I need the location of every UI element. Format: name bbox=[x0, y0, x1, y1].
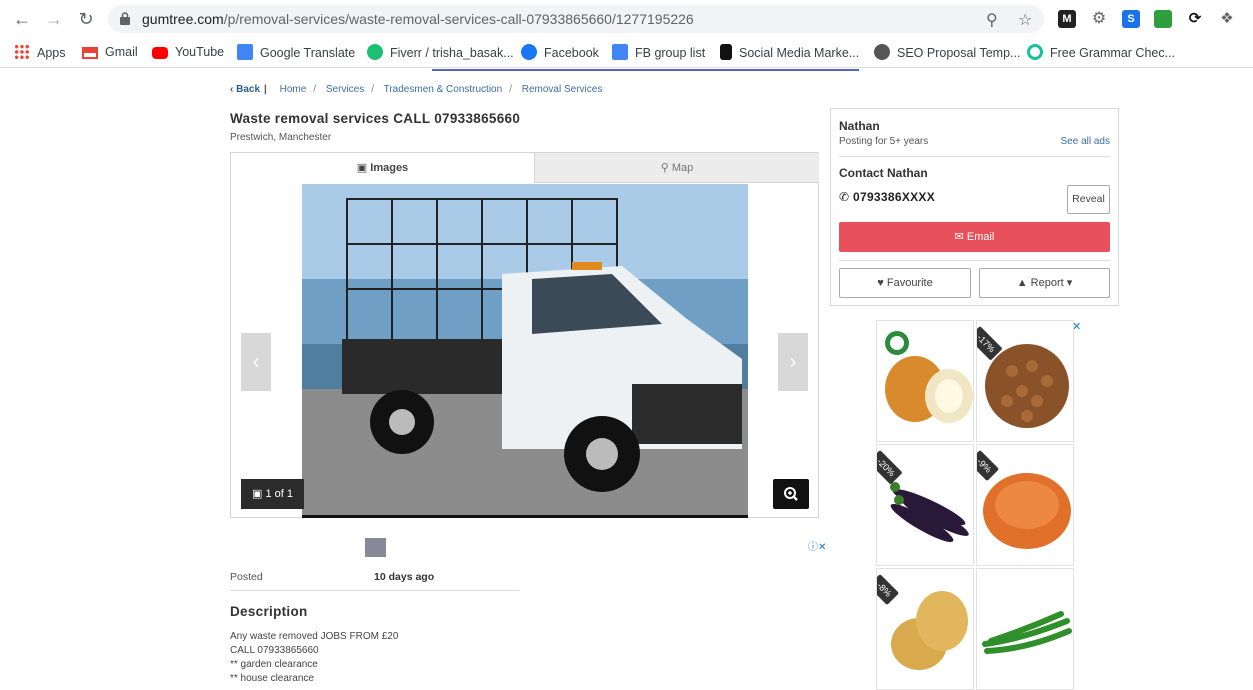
youtube-icon bbox=[152, 47, 168, 59]
phone-icon: ✆ bbox=[839, 190, 850, 204]
ad-chickpeas[interactable]: -17% bbox=[976, 320, 1074, 442]
envelope-icon: ✉ bbox=[954, 231, 964, 243]
posted-label: Posted bbox=[230, 571, 263, 583]
posted-value: 10 days ago bbox=[374, 571, 435, 583]
next-image-button[interactable]: › bbox=[778, 333, 808, 391]
listing-title: Waste removal services CALL 07933865660 bbox=[230, 111, 521, 126]
report-button[interactable]: ▲ Report ▾ bbox=[979, 268, 1110, 298]
translate-icon bbox=[612, 44, 628, 60]
bookmark-fb-group-list[interactable]: FB group list bbox=[612, 44, 705, 62]
truck-photo-illustration bbox=[302, 184, 748, 515]
breadcrumb-home[interactable]: Home bbox=[280, 84, 307, 95]
zoom-icon[interactable]: ⚲ bbox=[986, 10, 998, 30]
heart-icon: ♥ bbox=[877, 277, 884, 289]
lock-icon bbox=[120, 12, 130, 25]
camera-icon: ▣ bbox=[356, 162, 368, 174]
description-heading: Description bbox=[230, 604, 308, 619]
email-button[interactable]: ✉ Email bbox=[839, 222, 1110, 252]
image-gallery: ▣ Images ⚲ Map ‹ › ▣ 1 of 1 bbox=[230, 152, 819, 518]
ad-chillies[interactable] bbox=[976, 568, 1074, 690]
bookmark-google-translate[interactable]: Google Translate bbox=[237, 44, 355, 62]
zoom-button[interactable] bbox=[773, 479, 809, 509]
description-text: Any waste removed JOBS FROM £20 CALL 079… bbox=[230, 631, 399, 684]
breadcrumb-removal[interactable]: Removal Services bbox=[522, 84, 603, 95]
onion-image bbox=[885, 331, 973, 423]
divider bbox=[839, 156, 1110, 157]
fiverr-icon bbox=[367, 44, 383, 60]
bookmark-youtube[interactable]: YouTube bbox=[152, 44, 224, 62]
divider bbox=[839, 260, 1110, 261]
puzzle-icon[interactable]: ❖ bbox=[1218, 10, 1236, 28]
ad-lentils[interactable]: -9% bbox=[976, 444, 1074, 566]
bookmark-grammar[interactable]: Free Grammar Chec... bbox=[1027, 44, 1175, 62]
seller-name[interactable]: Nathan bbox=[839, 119, 880, 133]
ad-choices-icon[interactable]: ⓘ✕ bbox=[808, 538, 826, 553]
prev-image-button[interactable]: ‹ bbox=[241, 333, 271, 391]
chillies-image bbox=[982, 611, 1072, 654]
breadcrumb: ‹ Back | Home / Services / Tradesmen & Cons… bbox=[230, 84, 603, 95]
bookmarks-bar: Apps Gmail YouTube Google Translate Five… bbox=[0, 38, 1253, 68]
bookmark-fiverr[interactable]: Fiverr / trisha_basak... bbox=[367, 44, 514, 62]
back-link[interactable]: ‹ Back bbox=[230, 84, 260, 95]
see-all-ads-link[interactable]: See all ads bbox=[1061, 136, 1110, 147]
warning-icon: ▲ bbox=[1016, 277, 1028, 289]
url-text: gumtree.com/p/removal-services/waste-rem… bbox=[142, 11, 694, 27]
breadcrumb-tradesmen[interactable]: Tradesmen & Construction bbox=[384, 84, 503, 95]
map-pin-icon: ⚲ bbox=[660, 162, 669, 174]
apps-grid-icon bbox=[14, 44, 30, 60]
address-bar[interactable]: gumtree.com/p/removal-services/waste-rem… bbox=[108, 5, 1044, 33]
forward-arrow-icon[interactable]: → bbox=[44, 9, 64, 29]
tab-images[interactable]: ▣ Images bbox=[231, 153, 534, 183]
listing-photo[interactable] bbox=[302, 184, 748, 518]
sync-extension-icon[interactable]: ⟳ bbox=[1186, 10, 1204, 28]
ad-potatoes[interactable]: -8% bbox=[876, 568, 974, 690]
gear-extension-icon[interactable]: ⚙ bbox=[1090, 10, 1108, 28]
gmail-icon bbox=[82, 47, 98, 59]
owl-icon bbox=[720, 44, 732, 60]
phone-number: ✆ 0793386XXXX bbox=[839, 190, 936, 204]
back-arrow-icon[interactable]: ← bbox=[12, 9, 32, 29]
contact-heading: Contact Nathan bbox=[839, 166, 928, 180]
reveal-button[interactable]: Reveal bbox=[1067, 185, 1110, 214]
bookmark-apps[interactable]: Apps bbox=[14, 44, 66, 62]
caret-down-icon: ▾ bbox=[1066, 277, 1073, 289]
bookmark-seo-proposal[interactable]: SEO Proposal Temp... bbox=[874, 44, 1020, 62]
page-load-bar bbox=[432, 69, 859, 71]
frog-extension-icon[interactable] bbox=[1154, 10, 1172, 28]
grocery-ad[interactable]: -17% -20% -9% -8% bbox=[876, 320, 1074, 690]
browser-toolbar: ← → ↻ gumtree.com/p/removal-services/was… bbox=[0, 0, 1253, 38]
small-ad-image[interactable] bbox=[365, 538, 386, 557]
extension-s-icon[interactable]: S bbox=[1122, 10, 1140, 28]
camera-icon: ▣ bbox=[252, 488, 263, 500]
divider bbox=[230, 590, 519, 591]
star-icon[interactable]: ☆ bbox=[1018, 10, 1032, 30]
reload-icon[interactable]: ↻ bbox=[76, 9, 96, 29]
seller-panel: Nathan Posting for 5+ years See all ads … bbox=[830, 108, 1119, 306]
bookmark-gmail[interactable]: Gmail bbox=[82, 44, 138, 62]
ad-onion[interactable] bbox=[876, 320, 974, 442]
translate-icon bbox=[237, 44, 253, 60]
breadcrumb-services[interactable]: Services bbox=[326, 84, 364, 95]
ad-eggplant[interactable]: -20% bbox=[876, 444, 974, 566]
facebook-icon bbox=[521, 44, 537, 60]
bookmark-facebook[interactable]: Facebook bbox=[521, 44, 599, 62]
tab-map[interactable]: ⚲ Map bbox=[534, 153, 819, 183]
extension-m-icon[interactable]: M bbox=[1058, 10, 1076, 28]
bookmark-social-media[interactable]: Social Media Marke... bbox=[720, 44, 859, 62]
seller-tenure: Posting for 5+ years bbox=[839, 136, 929, 147]
favourite-button[interactable]: ♥ Favourite bbox=[839, 268, 971, 298]
globe-icon bbox=[874, 44, 890, 60]
listing-location: Prestwich, Manchester bbox=[230, 132, 332, 143]
magnifier-plus-icon bbox=[784, 487, 798, 501]
grammar-icon bbox=[1027, 44, 1043, 60]
photo-counter: ▣ 1 of 1 bbox=[241, 479, 304, 509]
